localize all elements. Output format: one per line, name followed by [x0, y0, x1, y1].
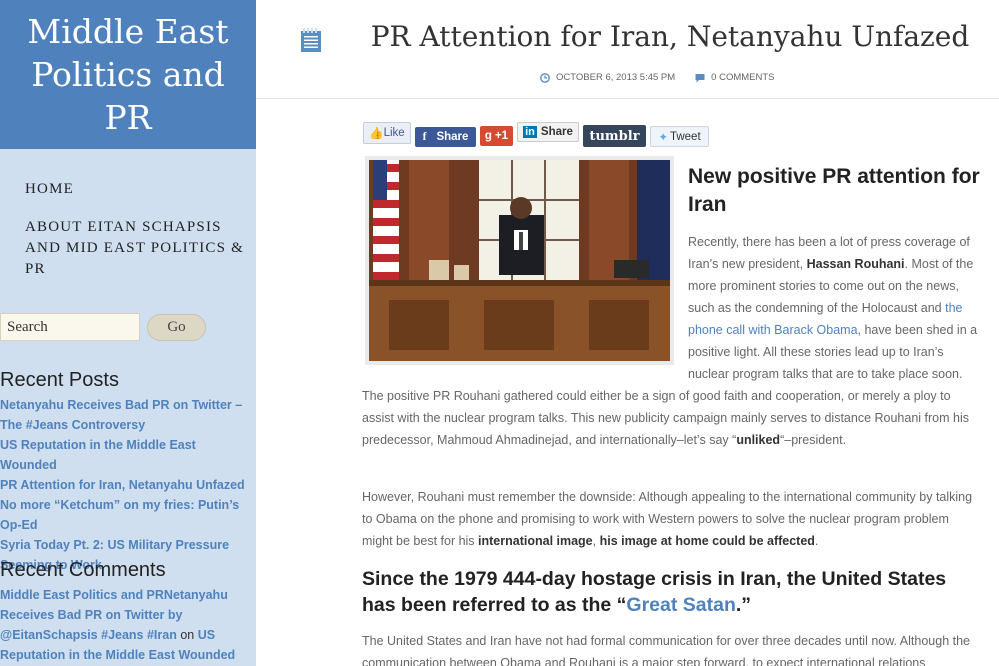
google-plus-button[interactable]: g +1 — [480, 126, 513, 146]
paragraph-2: However, Rouhani must remember the downs… — [362, 490, 973, 548]
twitter-bird-icon: ✦ — [658, 131, 668, 144]
header-divider — [256, 98, 999, 99]
comments-count-link[interactable]: 0 COMMENTS — [711, 72, 774, 83]
recent-posts-list: Netanyahu Receives Bad PR on Twitter – T… — [0, 395, 256, 575]
share-bar: 👍 Like f Share g +1 in Share tumblr ✦ Tw… — [363, 122, 713, 147]
recent-post-link[interactable]: US Reputation in the Middle East Wounded — [0, 435, 256, 475]
site-title[interactable]: Middle East Politics and PR — [0, 0, 256, 149]
comment-author-link[interactable]: Middle East Politics and PRNetanyahu Rec… — [0, 588, 228, 642]
comment-on-label: on — [180, 628, 195, 642]
paragraph-1: Recently, there has been a lot of press … — [362, 235, 978, 447]
linkedin-icon: in — [523, 126, 537, 138]
speech-bubble-icon — [695, 73, 705, 82]
subheading-hostage-crisis: Since the 1979 444-day hostage crisis in… — [362, 568, 947, 616]
recent-post-link[interactable]: PR Attention for Iran, Netanyahu Unfazed — [0, 475, 256, 495]
facebook-share-button[interactable]: f Share — [415, 127, 476, 147]
recent-comments-list: Middle East Politics and PRNetanyahu Rec… — [0, 585, 256, 665]
recent-post-link[interactable]: No more “Ketchum” on my fries: Putin’s O… — [0, 495, 256, 535]
great-satan-link[interactable]: Great Satan — [626, 594, 735, 616]
tweet-button[interactable]: ✦ Tweet — [650, 126, 709, 147]
notepad-icon — [301, 28, 321, 52]
nav-item-about[interactable]: ABOUT EITAN SCHAPSIS AND MID EAST POLITI… — [25, 217, 256, 280]
tumblr-share-button[interactable]: tumblr — [583, 125, 646, 147]
post-date[interactable]: OCTOBER 6, 2013 5:45 PM — [556, 72, 675, 83]
thumbs-up-icon: 👍 — [369, 128, 384, 140]
go-button[interactable]: Go — [147, 313, 206, 341]
nav-item-home[interactable]: HOME — [25, 179, 256, 200]
recent-posts-title: Recent Posts — [0, 369, 119, 391]
google-plus-icon: g — [484, 130, 492, 142]
paragraph-3: The United States and Iran have not had … — [362, 634, 971, 666]
main-nav: HOME ABOUT EITAN SCHAPSIS AND MID EAST P… — [0, 149, 256, 280]
linkedin-share-button[interactable]: in Share — [517, 122, 579, 142]
section-heading: New positive PR attention for Iran — [688, 165, 980, 216]
clock-icon — [540, 72, 550, 83]
search-input[interactable]: Search — [0, 313, 140, 341]
facebook-like-button[interactable]: 👍 Like — [363, 122, 411, 144]
search-form: Search Go — [0, 313, 206, 341]
facebook-icon: f — [422, 131, 427, 143]
sidebar: Middle East Politics and PR HOME ABOUT E… — [0, 0, 256, 666]
recent-post-link[interactable]: Netanyahu Receives Bad PR on Twitter – T… — [0, 395, 256, 435]
post-title: PR Attention for Iran, Netanyahu Unfazed — [370, 20, 970, 53]
post-meta: OCTOBER 6, 2013 5:45 PM 0 COMMENTS — [540, 72, 775, 83]
recent-comments-title: Recent Comments — [0, 559, 166, 581]
